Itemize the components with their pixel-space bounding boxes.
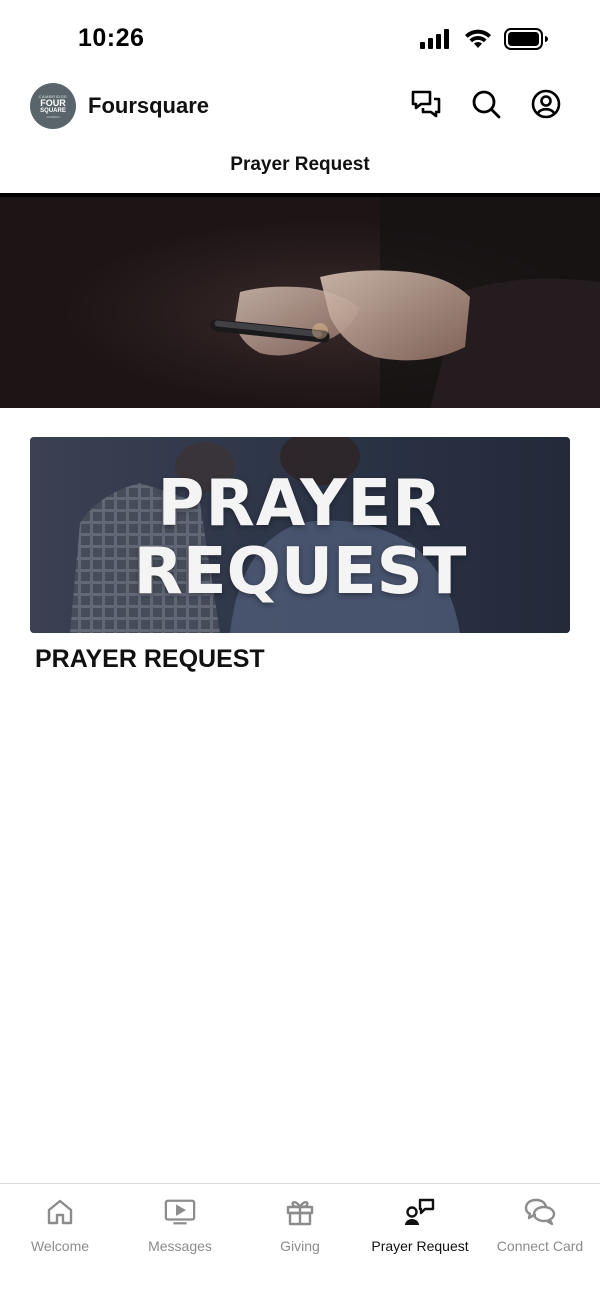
home-icon bbox=[44, 1196, 76, 1228]
tab-label-connect-card: Connect Card bbox=[496, 1238, 584, 1254]
tab-label-messages: Messages bbox=[148, 1238, 212, 1254]
cellular-signal-icon bbox=[420, 29, 452, 54]
card-image-text-line-2: REQUEST bbox=[133, 535, 467, 609]
bottom-tab-bar: Welcome Messages Giving Prayer Request C… bbox=[0, 1183, 600, 1300]
tab-prayer-request[interactable]: Prayer Request bbox=[360, 1184, 480, 1300]
logo-line-3: SQUARE bbox=[40, 107, 66, 114]
card-image-text-line-1: PRAYER bbox=[157, 467, 443, 541]
card-image-text: PRAYER REQUEST bbox=[30, 437, 570, 633]
page-title: Prayer Request bbox=[230, 154, 370, 175]
tab-label-giving: Giving bbox=[280, 1238, 320, 1254]
profile-icon bbox=[531, 89, 561, 124]
chat-icon bbox=[411, 90, 441, 123]
prayer-icon bbox=[404, 1196, 436, 1228]
status-icons bbox=[420, 28, 548, 55]
connect-icon bbox=[524, 1196, 556, 1228]
chat-button[interactable] bbox=[410, 90, 442, 122]
app-header: CAMBRIDGE FOUR SQUARE CHURCH Foursquare bbox=[0, 78, 600, 136]
tab-label-prayer-request: Prayer Request bbox=[371, 1238, 469, 1254]
status-time: 10:26 bbox=[78, 24, 145, 52]
tab-connect-card[interactable]: Connect Card bbox=[480, 1184, 600, 1300]
wifi-icon bbox=[464, 29, 492, 54]
header-actions bbox=[410, 89, 562, 124]
tab-welcome[interactable]: Welcome bbox=[0, 1184, 120, 1300]
gift-icon bbox=[284, 1196, 316, 1228]
logo-line-2: FOUR bbox=[40, 97, 66, 108]
app-name: Foursquare bbox=[88, 93, 210, 118]
hero-image bbox=[0, 193, 600, 408]
video-icon bbox=[164, 1196, 196, 1228]
logo-line-1: CAMBRIDGE bbox=[38, 93, 68, 99]
tab-label-welcome: Welcome bbox=[30, 1238, 90, 1254]
battery-icon bbox=[504, 28, 548, 55]
status-bar: 10:26 bbox=[0, 0, 600, 78]
tab-messages[interactable]: Messages bbox=[120, 1184, 240, 1300]
search-button[interactable] bbox=[470, 90, 502, 122]
profile-button[interactable] bbox=[530, 89, 562, 124]
church-logo[interactable]: CAMBRIDGE FOUR SQUARE CHURCH bbox=[30, 83, 76, 129]
tab-giving[interactable]: Giving bbox=[240, 1184, 360, 1300]
card-caption[interactable]: PRAYER REQUEST bbox=[35, 645, 265, 674]
logo-line-4: CHURCH bbox=[46, 114, 60, 119]
prayer-request-card[interactable]: PRAYER REQUEST bbox=[30, 437, 570, 633]
search-icon bbox=[471, 89, 501, 124]
